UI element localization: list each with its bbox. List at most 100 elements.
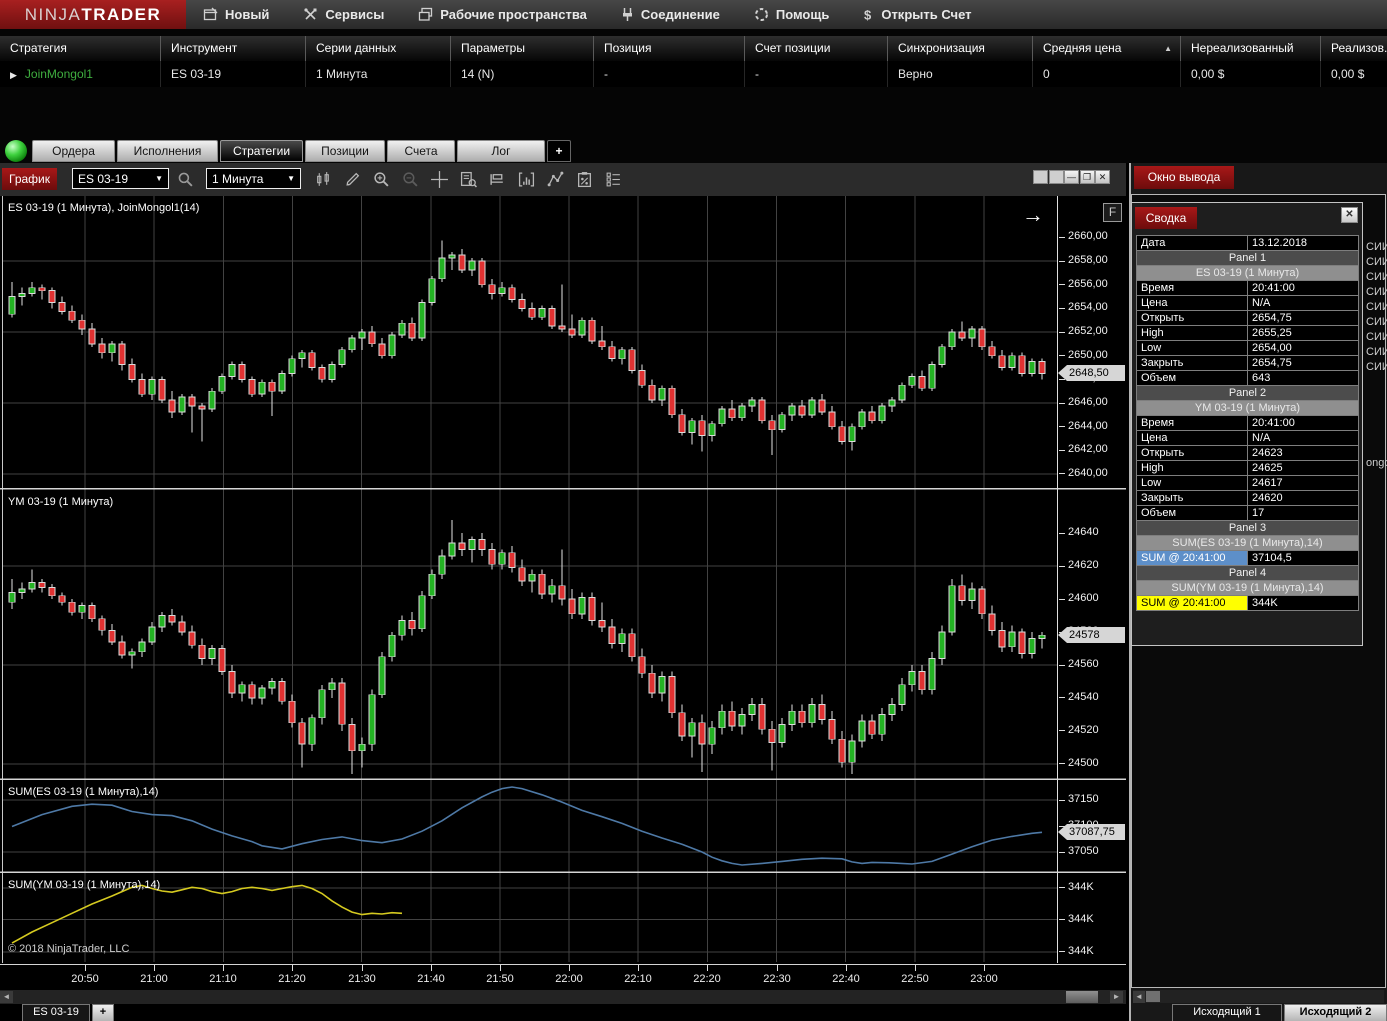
row-cell-1: ES 03-19 xyxy=(160,61,305,87)
summary-key: Время xyxy=(1136,280,1248,296)
menu-item-new-window[interactable]: Новый xyxy=(186,0,286,29)
tab-стратегии[interactable]: Стратегии xyxy=(220,140,303,162)
minimize-icon[interactable]: — xyxy=(1064,170,1079,184)
price-marker: 2648,50 xyxy=(1058,365,1125,381)
column-header-2[interactable]: Серии данных xyxy=(305,36,450,61)
menu-item-tools[interactable]: Сервисы xyxy=(286,0,401,29)
menu-item-connection[interactable]: Соединение xyxy=(604,0,737,29)
tab-счета[interactable]: Счета xyxy=(387,140,455,162)
add-chart-tab-button[interactable]: + xyxy=(92,1004,114,1021)
panel-icon-2[interactable] xyxy=(1048,170,1064,184)
y-axis-tick-label: 37150 xyxy=(1068,793,1099,805)
close-icon[interactable]: ✕ xyxy=(1095,170,1110,184)
summary-row: Закрыть 2654,75 xyxy=(1136,355,1359,371)
price-axis[interactable]: F 2660,00 2658,00 2656,00 2654,00 2652,00 265… xyxy=(1058,196,1126,964)
scrollbar-thumb[interactable] xyxy=(1066,991,1098,1003)
ninjatrader-logo: NINJA TRADER xyxy=(0,0,186,29)
summary-row: Дата 13.12.2018 xyxy=(1136,235,1359,251)
summary-value: 643 xyxy=(1247,370,1359,386)
y-axis-tick xyxy=(1059,763,1065,764)
chart-bottom-tab[interactable]: ES 03-19 xyxy=(22,1004,90,1021)
zoom-out-icon[interactable] xyxy=(398,168,422,190)
time-axis-label: 22:50 xyxy=(901,973,929,985)
scrollbar-thumb[interactable] xyxy=(1146,991,1160,1002)
panel-icon-1[interactable] xyxy=(1033,170,1048,184)
scroll-right-icon[interactable]: ► xyxy=(1110,991,1123,1003)
bar-type-icon[interactable] xyxy=(311,168,335,190)
chart-horizontal-scrollbar[interactable]: ◄ ► xyxy=(0,990,1126,1004)
summary-value: 24620 xyxy=(1247,490,1359,506)
y-axis-tick-label: 344K xyxy=(1068,881,1094,893)
chart-panel-icon[interactable] xyxy=(514,168,538,190)
time-axis[interactable]: 20:50 21:00 21:10 21:20 21:30 21:40 21:50 22:00… xyxy=(0,964,1126,991)
y-axis-tick-label: 2650,00 xyxy=(1068,349,1108,361)
row-cell-8: 0,00 $ xyxy=(1180,61,1320,87)
crosshair-icon[interactable] xyxy=(427,168,451,190)
summary-window-title: Сводка xyxy=(1135,207,1197,229)
menu-item-help[interactable]: Помощь xyxy=(737,0,846,29)
column-header-0[interactable]: Стратегия xyxy=(0,36,160,61)
y-axis-tick-label: 2642,00 xyxy=(1068,443,1108,455)
zoom-in-icon[interactable] xyxy=(369,168,393,190)
summary-key: High xyxy=(1136,325,1248,341)
row-cell-9: 0,00 $ xyxy=(1320,61,1387,87)
strategy-grid-row[interactable]: ▶ JoinMongol1 ES 03-19 1 Минута 14 (N) - - Верн… xyxy=(0,61,1387,87)
y-axis-tick-label: 2646,00 xyxy=(1068,396,1108,408)
close-icon[interactable]: ✕ xyxy=(1341,207,1358,223)
y-axis-tick-label: 2658,00 xyxy=(1068,254,1108,266)
summary-instrument-header: ES 03-19 (1 Минута) xyxy=(1136,265,1359,281)
output-horizontal-scrollbar[interactable]: ◄ xyxy=(1133,990,1384,1003)
menu-item-workspaces[interactable]: Рабочие пространства xyxy=(401,0,604,29)
output-tab-1[interactable]: Исходящий 1 xyxy=(1172,1004,1282,1021)
column-header-6[interactable]: Синхронизация xyxy=(887,36,1032,61)
y-axis-tick xyxy=(1059,426,1065,427)
menu-item-dollar[interactable]: $ Открыть Счет xyxy=(846,0,988,29)
summary-table: Дата 13.12.2018 Panel 1 ES 03-19 (1 Минута)… xyxy=(1136,235,1359,611)
scroll-left-icon[interactable]: ◄ xyxy=(0,991,13,1003)
time-axis-label: 22:30 xyxy=(763,973,791,985)
summary-row: Panel 4 xyxy=(1136,565,1359,581)
column-header-8[interactable]: Нереализованный xyxy=(1180,36,1320,61)
output-footer-tabs: Исходящий 1 Исходящий 2 xyxy=(1131,1004,1387,1021)
time-axis-tick xyxy=(362,965,363,971)
column-header-7[interactable]: Средняя цена ▲ xyxy=(1032,36,1180,61)
maximize-icon[interactable]: ❐ xyxy=(1079,170,1095,184)
scroll-left-icon[interactable]: ◄ xyxy=(1133,991,1145,1003)
y-axis-tick xyxy=(1059,403,1065,404)
output-line-fragment: СИИ xyxy=(1366,316,1387,328)
data-box-icon[interactable] xyxy=(456,168,480,190)
summary-value: 2654,00 xyxy=(1247,340,1359,356)
chart-window-title: График xyxy=(2,168,57,190)
summary-row: Время 20:41:00 xyxy=(1136,280,1359,296)
column-header-3[interactable]: Параметры xyxy=(450,36,593,61)
column-header-4[interactable]: Позиция xyxy=(593,36,744,61)
draw-icon[interactable] xyxy=(340,168,364,190)
summary-key: Дата xyxy=(1136,235,1248,251)
fixed-scale-button[interactable]: F xyxy=(1103,203,1122,222)
order-entry-icon[interactable] xyxy=(485,168,509,190)
tab-позиции[interactable]: Позиции xyxy=(305,140,385,162)
column-header-9[interactable]: Реализов. xyxy=(1320,36,1387,61)
instrument-search-icon[interactable] xyxy=(173,168,197,190)
help-icon xyxy=(754,7,769,22)
column-header-1[interactable]: Инструмент xyxy=(160,36,305,61)
interval-dropdown[interactable]: 1 Минута ▼ xyxy=(206,168,301,189)
logo-text-trader: TRADER xyxy=(81,4,162,24)
chart-canvas xyxy=(0,196,1126,963)
tab-лог[interactable]: Лог xyxy=(457,140,545,162)
go-to-end-arrow-icon[interactable]: → xyxy=(1022,202,1044,228)
chart-plot-area[interactable]: ES 03-19 (1 Минута), JoinMongol1(14) YM … xyxy=(0,196,1126,964)
regression-icon[interactable] xyxy=(543,168,567,190)
tab-ордера[interactable]: Ордера xyxy=(32,140,115,162)
column-header-5[interactable]: Счет позиции xyxy=(744,36,887,61)
tab-исполнения[interactable]: Исполнения xyxy=(117,140,218,162)
instrument-dropdown[interactable]: ES 03-19 ▼ xyxy=(72,168,169,189)
summary-instrument-header: SUM(YM 03-19 (1 Минута),14) xyxy=(1136,580,1359,596)
price-marker: 24578 xyxy=(1058,627,1125,643)
add-tab-button[interactable]: + xyxy=(547,140,571,162)
summary-panel-header: Panel 3 xyxy=(1136,520,1359,536)
properties-icon[interactable] xyxy=(601,168,625,190)
strategy-analyzer-icon[interactable] xyxy=(572,168,596,190)
y-axis-tick-label: 24540 xyxy=(1068,691,1099,703)
output-tab-2[interactable]: Исходящий 2 xyxy=(1284,1004,1387,1021)
